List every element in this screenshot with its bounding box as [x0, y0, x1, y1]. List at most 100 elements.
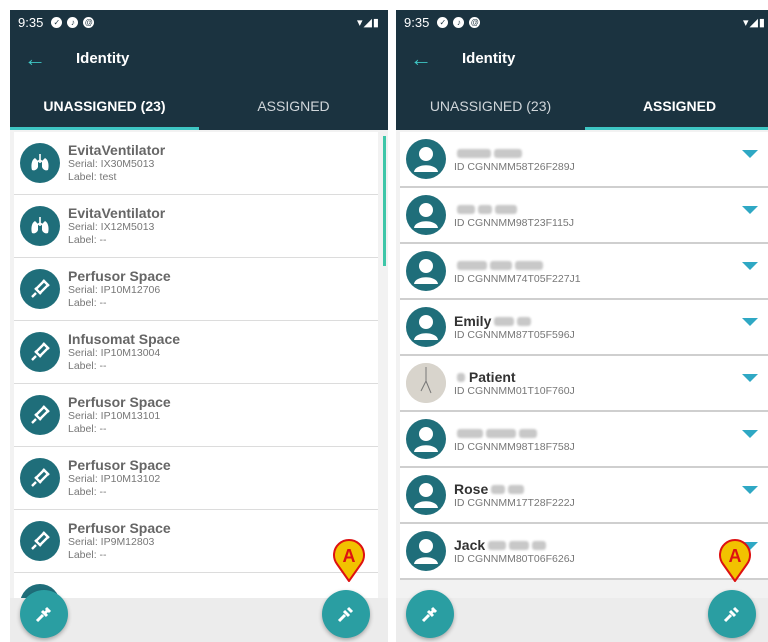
patient-row[interactable]: Patient ID CGNNMM01T10F760J	[400, 356, 768, 412]
tab-bar: UNASSIGNED (23) ASSIGNED	[396, 82, 768, 130]
device-serial: Serial: IX30M5013	[68, 158, 155, 170]
plug-icon	[421, 606, 438, 623]
device-name: Infusomat Space	[68, 331, 181, 347]
patient-name	[454, 145, 575, 161]
assign-button[interactable]	[322, 590, 370, 638]
signal-icon: @	[83, 17, 95, 28]
patient-name: Patient	[454, 369, 575, 385]
device-serial: Serial: IP10M13102	[68, 473, 161, 485]
person-icon	[406, 419, 446, 459]
device-row[interactable]: Perfusor Space	[14, 573, 378, 598]
device-label: Label: --	[68, 486, 107, 498]
volume-icon: ♪	[453, 17, 465, 28]
page-title: Identity	[462, 50, 516, 67]
plug-icon	[723, 606, 740, 623]
patient-name-text: Jack	[454, 536, 486, 553]
person-icon	[406, 251, 446, 291]
status-bar: 9:35 ✓ ♪ @ ▾◢▮	[396, 10, 768, 35]
chevron-down-icon[interactable]	[742, 262, 758, 270]
patient-name: Emily	[454, 313, 575, 329]
assign-button[interactable]	[708, 590, 756, 638]
back-arrow-icon[interactable]: ←	[396, 46, 446, 72]
check-icon: ✓	[437, 17, 449, 28]
patient-row[interactable]: ID CGNNMM98T23F115J	[400, 188, 768, 244]
tab-unassigned[interactable]: UNASSIGNED (23)	[396, 82, 585, 130]
back-arrow-icon[interactable]: ←	[10, 46, 60, 72]
device-serial: Serial: IP10M12706	[68, 284, 161, 296]
page-title: Identity	[76, 50, 130, 67]
tab-unassigned[interactable]: UNASSIGNED (23)	[10, 82, 199, 130]
callout-marker: A	[719, 539, 751, 582]
scrollbar[interactable]	[383, 136, 386, 266]
patient-photo	[406, 363, 446, 403]
chevron-down-icon[interactable]	[742, 318, 758, 326]
patient-name: Jack	[454, 537, 575, 553]
patient-name	[454, 257, 581, 273]
tab-bar: UNASSIGNED (23) ASSIGNED	[10, 82, 388, 130]
screen-unassigned: 9:35 ✓ ♪ @ ▾◢▮ ← Identity UNASSIGNED (23…	[10, 10, 388, 642]
patient-id: ID CGNNMM74T05F227J1	[454, 272, 581, 285]
patient-name	[454, 425, 575, 441]
patient-id: ID CGNNMM98T23F115J	[454, 216, 575, 229]
person-icon	[406, 475, 446, 515]
lungs-icon	[20, 206, 60, 246]
chevron-down-icon[interactable]	[742, 486, 758, 494]
chevron-down-icon[interactable]	[742, 206, 758, 214]
tab-assigned[interactable]: ASSIGNED	[199, 82, 388, 130]
patient-id: ID CGNNMM98T18F758J	[454, 440, 575, 453]
patient-name-text: Patient	[468, 368, 516, 385]
device-row[interactable]: Infusomat Space Serial: IP10M13004 Label: …	[14, 321, 378, 384]
screen-assigned: 9:35 ✓ ♪ @ ▾◢▮ ← Identity UNASSIGNED (23…	[396, 10, 768, 642]
device-label: Label: --	[68, 360, 107, 372]
lungs-icon	[20, 143, 60, 183]
unplug-button[interactable]	[406, 590, 454, 638]
unplug-button[interactable]	[20, 590, 68, 638]
patient-row[interactable]: Rose ID CGNNMM17T28F222J	[400, 468, 768, 524]
device-serial: Serial: IP10M13101	[68, 410, 161, 422]
device-list[interactable]: EvitaVentilator Serial: IX30M5013 Label: t…	[10, 132, 388, 598]
device-serial: Serial: IX12M5013	[68, 221, 155, 233]
patient-row[interactable]: ID CGNNMM98T18F758J	[400, 412, 768, 468]
volume-icon: ♪	[67, 17, 79, 28]
device-row[interactable]: Perfusor Space Serial: IP10M13101 Label: -…	[14, 384, 378, 447]
patient-name	[454, 201, 574, 217]
marker-letter: A	[729, 546, 742, 566]
device-name: EvitaVentilator	[68, 205, 166, 221]
signal-icon: @	[469, 17, 481, 28]
device-label: Label: --	[68, 234, 107, 246]
device-serial: Serial: IP9M12803	[68, 536, 155, 548]
patient-id: ID CGNNMM17T28F222J	[454, 496, 575, 509]
device-row[interactable]: EvitaVentilator Serial: IX30M5013 Label: t…	[14, 132, 378, 195]
chevron-down-icon[interactable]	[742, 374, 758, 382]
patient-row[interactable]: Jack ID CGNNMM80T06F626J	[400, 524, 768, 580]
syringe-icon	[20, 458, 60, 498]
status-bar: 9:35 ✓ ♪ @ ▾◢▮	[10, 10, 388, 35]
check-icon: ✓	[51, 17, 63, 28]
device-serial: Serial: IP10M13004	[68, 347, 161, 359]
tab-assigned[interactable]: ASSIGNED	[585, 82, 768, 130]
app-bar: ← Identity	[396, 35, 768, 82]
person-icon	[406, 195, 446, 235]
status-time: 9:35	[404, 15, 430, 30]
patient-row[interactable]: ID CGNNMM58T26F289J	[400, 132, 768, 188]
syringe-icon	[20, 332, 60, 372]
status-time: 9:35	[18, 15, 44, 30]
device-row[interactable]: Perfusor Space Serial: IP10M13102 Label: -…	[14, 447, 378, 510]
syringe-icon	[20, 269, 60, 309]
device-label: Label: --	[68, 423, 107, 435]
device-row[interactable]: EvitaVentilator Serial: IX12M5013 Label: -…	[14, 195, 378, 258]
device-label: Label: test	[68, 171, 117, 183]
device-row[interactable]: Perfusor Space Serial: IP9M12803 Label: --	[14, 510, 378, 573]
patient-row[interactable]: Emily ID CGNNMM87T05F596J	[400, 300, 768, 356]
patient-id: ID CGNNMM87T05F596J	[454, 328, 575, 341]
person-icon	[406, 531, 446, 571]
person-icon	[406, 139, 446, 179]
chevron-down-icon[interactable]	[742, 150, 758, 158]
patient-list[interactable]: ID CGNNMM58T26F289J ID CGNNMM98T23F115J ID…	[396, 132, 768, 598]
device-row[interactable]: Perfusor Space Serial: IP10M12706 Label: -…	[14, 258, 378, 321]
marker-letter: A	[343, 546, 356, 566]
chevron-down-icon[interactable]	[742, 430, 758, 438]
patient-row[interactable]: ID CGNNMM74T05F227J1	[400, 244, 768, 300]
patient-id: ID CGNNMM01T10F760J	[454, 384, 575, 397]
battery-icon: ▾◢▮	[742, 17, 766, 29]
